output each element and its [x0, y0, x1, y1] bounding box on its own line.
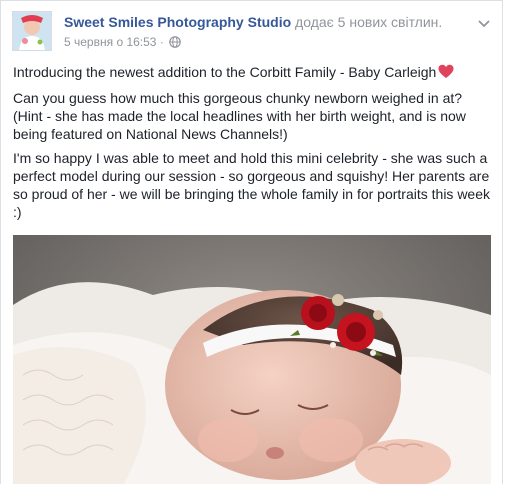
post-action-text: додає 5 нових світлин. [291, 14, 443, 30]
globe-icon[interactable] [169, 36, 181, 51]
post-photo[interactable] [13, 235, 491, 484]
post-paragraph-2: Can you guess how much this gorgeous chu… [13, 90, 466, 142]
heart-icon [438, 64, 454, 83]
page-avatar[interactable] [12, 11, 52, 51]
feed-post: Sweet Smiles Photography Studio додає 5 … [0, 0, 503, 484]
post-options-button[interactable] [476, 15, 492, 31]
author-link[interactable]: Sweet Smiles Photography Studio [64, 14, 291, 30]
post-author-line: Sweet Smiles Photography Studio додає 5 … [64, 14, 442, 30]
chevron-down-icon [478, 20, 490, 28]
post-paragraph-3: I'm so happy I was able to meet and hold… [13, 150, 490, 220]
post-meta: 5 червня о 16:53 · [64, 35, 181, 51]
timestamp-link[interactable]: 5 червня о 16:53 [64, 35, 156, 49]
avatar-image [13, 12, 51, 50]
meta-separator: · [156, 35, 168, 49]
post-header: Sweet Smiles Photography Studio додає 5 … [12, 9, 492, 53]
newborn-photo-image [13, 235, 491, 484]
paragraph-1-text: Introducing the newest addition to the C… [13, 64, 437, 80]
post-body: Introducing the newest addition to the C… [13, 63, 490, 227]
post-paragraph-1: Introducing the newest addition to the C… [13, 63, 490, 83]
